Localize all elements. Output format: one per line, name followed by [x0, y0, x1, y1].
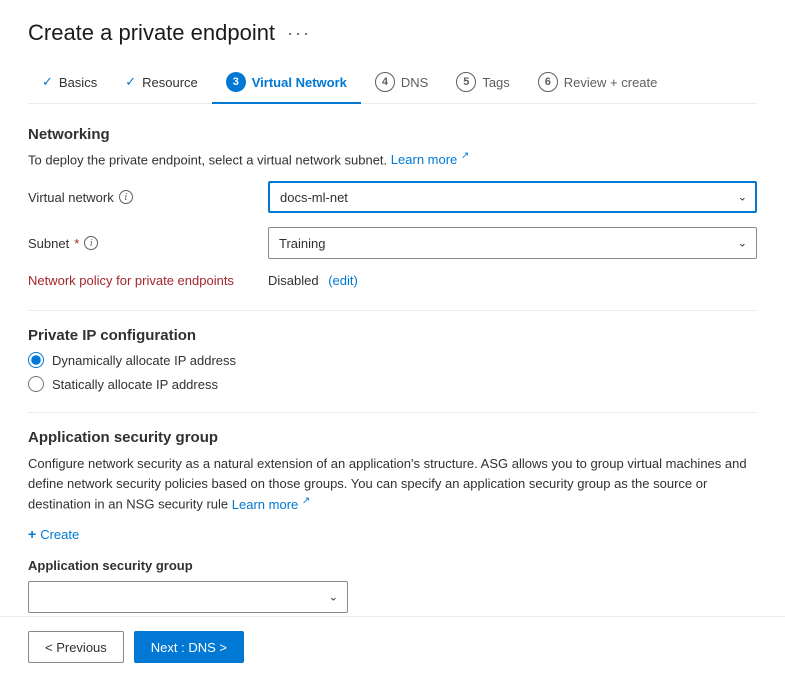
asg-dropdown-label: Application security group	[28, 558, 757, 573]
step-label-dns: DNS	[401, 75, 428, 90]
section-divider-2	[28, 412, 757, 413]
next-button[interactable]: Next : DNS >	[134, 631, 244, 663]
step-label-basics: Basics	[59, 75, 97, 90]
step-tags[interactable]: 5 Tags	[442, 64, 523, 104]
virtual-network-control: docs-ml-net ⌄	[268, 181, 757, 213]
network-policy-edit-link[interactable]: (edit)	[328, 273, 358, 288]
step-check-basics: ✓	[42, 74, 53, 90]
virtual-network-label: Virtual network i	[28, 190, 268, 205]
step-basics[interactable]: ✓ Basics	[28, 66, 111, 102]
previous-button[interactable]: < Previous	[28, 631, 124, 663]
subnet-row: Subnet * i Training ⌄	[28, 227, 757, 259]
step-label-tags: Tags	[482, 75, 509, 90]
step-label-resource: Resource	[142, 75, 198, 90]
subnet-select[interactable]: Training	[268, 227, 757, 259]
step-circle-dns: 4	[375, 72, 395, 92]
asg-select-wrapper: ⌄	[28, 581, 348, 613]
learn-more-asg-link[interactable]: Learn more ↗	[232, 497, 311, 512]
wizard-steps: ✓ Basics ✓ Resource 3 Virtual Network 4 …	[28, 64, 757, 104]
subnet-required: *	[74, 236, 79, 251]
static-ip-radio[interactable]	[28, 376, 44, 392]
networking-section: Networking To deploy the private endpoin…	[28, 126, 757, 288]
asg-select[interactable]	[28, 581, 348, 613]
static-ip-label: Statically allocate IP address	[52, 377, 218, 392]
step-label-virtual-network: Virtual Network	[252, 75, 347, 90]
asg-title: Application security group	[28, 429, 757, 446]
asg-description: Configure network security as a natural …	[28, 454, 757, 514]
subnet-label: Subnet * i	[28, 236, 268, 251]
step-circle-tags: 5	[456, 72, 476, 92]
network-policy-label: Network policy for private endpoints	[28, 273, 268, 288]
networking-desc: To deploy the private endpoint, select a…	[28, 151, 757, 167]
network-policy-value-container: Disabled (edit)	[268, 273, 358, 288]
subnet-info-icon[interactable]: i	[84, 236, 98, 250]
footer: < Previous Next : DNS >	[0, 616, 785, 677]
create-asg-label: Create	[40, 527, 79, 542]
subnet-control: Training ⌄	[268, 227, 757, 259]
network-policy-value: Disabled	[268, 273, 319, 288]
virtual-network-select-wrapper: docs-ml-net ⌄	[268, 181, 757, 213]
step-check-resource: ✓	[125, 74, 136, 90]
plus-icon: +	[28, 526, 36, 542]
private-ip-title: Private IP configuration	[28, 327, 757, 344]
learn-more-networking-link[interactable]: Learn more ↗	[391, 152, 470, 167]
step-label-review: Review + create	[564, 75, 658, 90]
asg-section: Application security group Configure net…	[28, 429, 757, 613]
page-title: Create a private endpoint	[28, 20, 275, 46]
step-dns[interactable]: 4 DNS	[361, 64, 442, 104]
subnet-select-wrapper: Training ⌄	[268, 227, 757, 259]
private-ip-section: Private IP configuration Dynamically all…	[28, 327, 757, 392]
virtual-network-row: Virtual network i docs-ml-net ⌄	[28, 181, 757, 213]
step-resource[interactable]: ✓ Resource	[111, 66, 212, 102]
ip-config-radio-group: Dynamically allocate IP address Statical…	[28, 352, 757, 392]
ext-link-icon-asg: ↗	[302, 495, 310, 506]
dynamic-ip-radio[interactable]	[28, 352, 44, 368]
page-title-ellipsis: ···	[287, 23, 311, 44]
network-policy-row: Network policy for private endpoints Dis…	[28, 273, 757, 288]
networking-title: Networking	[28, 126, 757, 143]
section-divider-1	[28, 310, 757, 311]
virtual-network-info-icon[interactable]: i	[119, 190, 133, 204]
dynamic-ip-label: Dynamically allocate IP address	[52, 353, 236, 368]
step-review[interactable]: 6 Review + create	[524, 64, 672, 104]
create-asg-link[interactable]: + Create	[28, 526, 757, 542]
step-circle-virtual-network: 3	[226, 72, 246, 92]
dynamic-ip-option[interactable]: Dynamically allocate IP address	[28, 352, 757, 368]
step-circle-review: 6	[538, 72, 558, 92]
virtual-network-select[interactable]: docs-ml-net	[268, 181, 757, 213]
ext-link-icon-networking: ↗	[461, 151, 469, 162]
step-virtual-network[interactable]: 3 Virtual Network	[212, 64, 361, 104]
static-ip-option[interactable]: Statically allocate IP address	[28, 376, 757, 392]
